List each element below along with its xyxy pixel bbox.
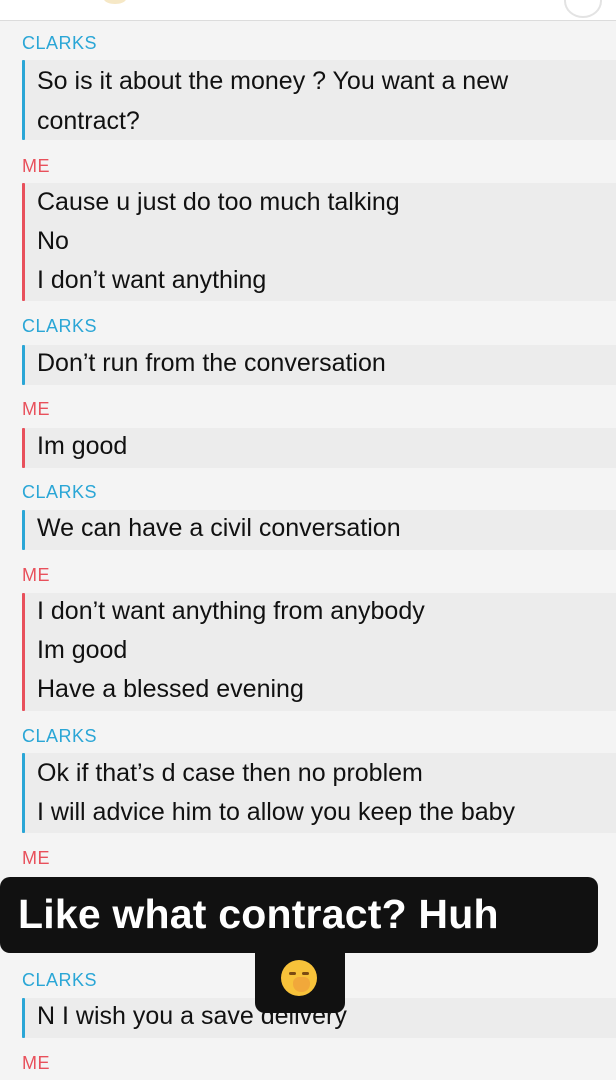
- sender-label: CLARKS: [22, 970, 98, 990]
- message-line: Have a blessed evening: [37, 675, 304, 703]
- message-accent-bar: [22, 183, 25, 301]
- sender-label: ME: [22, 565, 50, 585]
- message-accent-bar: [22, 428, 25, 468]
- emoji-eye: [302, 972, 309, 975]
- message-line: Im good: [37, 636, 128, 664]
- story-emoji-sticker[interactable]: [255, 951, 345, 1013]
- status-dot: [104, 0, 126, 4]
- sender-label: ME: [22, 156, 50, 176]
- message-block: Cause u just do too much talking No I do…: [22, 183, 616, 301]
- sender-label: CLARKS: [22, 726, 98, 746]
- emoji-eye: [289, 972, 296, 975]
- message-block: Don’t run from the conversation: [22, 345, 616, 385]
- sender-label: CLARKS: [22, 33, 98, 53]
- profile-button[interactable]: [564, 0, 602, 18]
- message-line: Cause u just do too much talking: [37, 188, 400, 216]
- message-line: I don’t want anything: [37, 266, 267, 294]
- sender-label: CLARKS: [22, 316, 98, 336]
- message-block: Ok if that’s d case then no problem I wi…: [22, 753, 616, 833]
- story-caption-text: Like what contract? Huh: [18, 891, 499, 937]
- message-line: We can have a civil conversation: [37, 514, 401, 542]
- message-accent-bar: [22, 60, 25, 140]
- message-block: So is it about the money ? You want a ne…: [22, 60, 616, 140]
- story-caption[interactable]: Like what contract? Huh: [0, 877, 598, 953]
- message-line: So is it about the money ? You want a ne…: [37, 67, 509, 95]
- sender-label: ME: [22, 399, 50, 419]
- yawning-face-emoji-icon: [281, 960, 317, 996]
- message-line: Ok if that’s d case then no problem: [37, 759, 423, 787]
- message-accent-bar: [22, 510, 25, 550]
- message-line: contract?: [37, 107, 140, 135]
- sender-label: CLARKS: [22, 482, 98, 502]
- message-line: I will advice him to allow you keep the …: [37, 798, 516, 826]
- emoji-hand: [293, 977, 310, 992]
- message-line: No: [37, 227, 69, 255]
- message-block: I don’t want anything from anybody Im go…: [22, 593, 616, 711]
- message-accent-bar: [22, 753, 25, 833]
- sender-label: ME: [22, 1053, 50, 1073]
- message-accent-bar: [22, 593, 25, 711]
- sender-label: ME: [22, 848, 50, 868]
- message-block: Im good: [22, 428, 616, 468]
- top-bar: [0, 0, 616, 21]
- message-block: We can have a civil conversation: [22, 510, 616, 550]
- message-accent-bar: [22, 998, 25, 1038]
- message-line: Im good: [37, 432, 128, 460]
- message-line: Don’t run from the conversation: [37, 349, 386, 377]
- message-line: I don’t want anything from anybody: [37, 597, 425, 625]
- message-accent-bar: [22, 345, 25, 385]
